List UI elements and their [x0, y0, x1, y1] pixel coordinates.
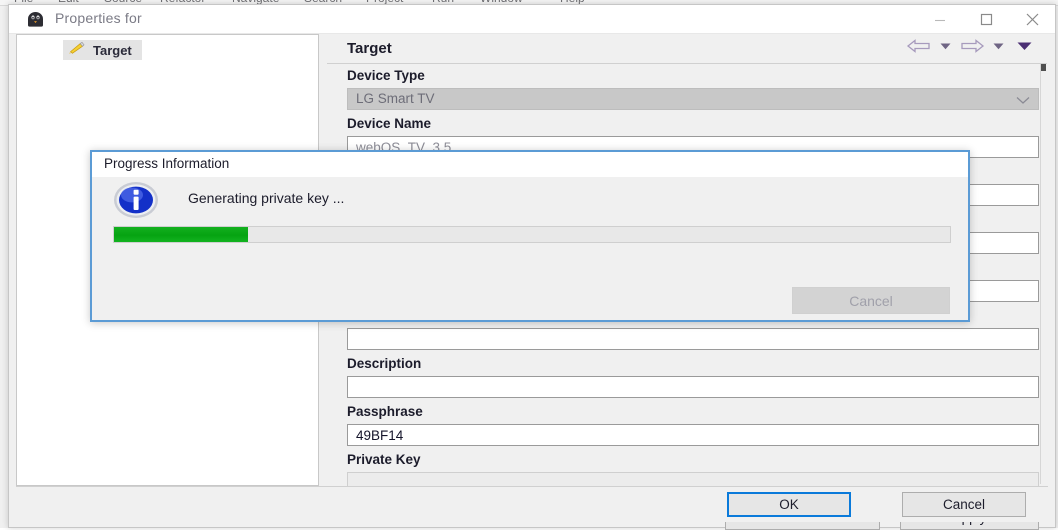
sidebar-item-label: Target	[93, 42, 132, 58]
progress-dialog-title: Progress Information	[104, 156, 230, 171]
device-type-value: LG Smart TV	[356, 91, 435, 106]
info-icon	[113, 180, 159, 220]
pencil-icon	[67, 41, 87, 60]
view-menu-chevron-down-icon[interactable]	[1016, 40, 1033, 52]
page-title: Target	[347, 40, 392, 57]
passphrase-input[interactable]: 49BF14	[347, 424, 1039, 446]
progress-bar-fill	[114, 227, 248, 242]
password-input[interactable]	[347, 328, 1039, 350]
maximize-button[interactable]	[963, 5, 1009, 34]
progress-message: Generating private key ...	[188, 190, 345, 206]
progress-bar	[113, 226, 951, 243]
forward-arrow-icon[interactable]	[959, 38, 985, 54]
pane-nav-controls	[906, 38, 1039, 54]
progress-dialog-titlebar[interactable]: Progress Information	[92, 152, 968, 177]
dialog-footer: OK Cancel	[16, 486, 1048, 522]
label-description: Description	[347, 356, 422, 371]
device-type-select[interactable]: LG Smart TV	[347, 88, 1039, 110]
window-title: Properties for	[55, 10, 142, 26]
pane-header: Target	[327, 34, 1047, 64]
description-input[interactable]	[347, 376, 1039, 398]
window-titlebar[interactable]: Properties for	[9, 5, 1055, 34]
sidebar-item-target[interactable]: Target	[63, 40, 142, 60]
label-private-key: Private Key	[347, 452, 421, 467]
ok-button[interactable]: OK	[727, 492, 851, 517]
back-chevron-down-icon[interactable]	[939, 41, 952, 51]
cancel-button[interactable]: Cancel	[902, 492, 1026, 517]
vertical-scrollbar[interactable]	[1040, 64, 1046, 484]
label-passphrase: Passphrase	[347, 404, 423, 419]
ide-background: File Edit Source Refactor Navigate Searc…	[0, 0, 1058, 530]
back-arrow-icon[interactable]	[906, 38, 932, 54]
progress-information-dialog: Progress Information Generating private …	[90, 150, 970, 322]
progress-cancel-button[interactable]: Cancel	[792, 287, 950, 314]
webos-app-icon	[26, 10, 45, 28]
chevron-down-icon	[1016, 92, 1030, 110]
close-button[interactable]	[1009, 5, 1055, 34]
label-device-name: Device Name	[347, 116, 432, 131]
scrollbar-thumb[interactable]	[1041, 64, 1046, 71]
minimize-button[interactable]	[917, 5, 963, 34]
label-device-type: Device Type	[347, 68, 425, 83]
forward-chevron-down-icon[interactable]	[992, 41, 1005, 51]
